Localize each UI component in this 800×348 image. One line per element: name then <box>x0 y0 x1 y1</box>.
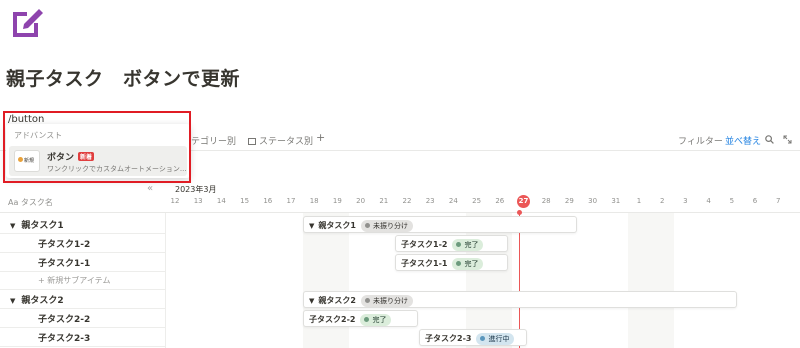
day-label: 28 <box>541 197 551 205</box>
day-label: 14 <box>216 197 226 205</box>
toggle-triangle-icon[interactable]: ▼ <box>309 297 314 305</box>
day-label: 23 <box>425 197 435 205</box>
day-label: 25 <box>472 197 482 205</box>
timeline-grid <box>166 213 800 348</box>
table-icon <box>248 138 256 145</box>
today-marker-dot <box>517 210 522 215</box>
list-item-parent[interactable]: ▼ 親タスク1 <box>10 218 64 231</box>
day-label: 20 <box>356 197 366 205</box>
status-badge: 完了 <box>360 314 392 326</box>
list-item-child[interactable]: 子タスク2-3 <box>38 331 90 344</box>
day-label: 3 <box>683 197 688 205</box>
timeline-bar[interactable]: 子タスク1-2 完了 <box>395 234 508 252</box>
edit-square-icon <box>13 9 43 37</box>
filter-button[interactable]: フィルター <box>678 134 723 147</box>
task-name-column-header: Aa タスク名 <box>8 198 53 207</box>
day-label: 21 <box>379 197 389 205</box>
month-label: 2023年3月 <box>175 185 217 194</box>
row-divider <box>0 270 166 272</box>
annotation-highlight-box <box>3 111 191 183</box>
sort-button[interactable]: 並べ替え <box>725 134 761 147</box>
status-badge: 未振り分け <box>360 220 413 232</box>
search-icon[interactable] <box>765 135 774 144</box>
day-scale: 12 13 14 15 16 17 18 19 20 21 22 23 24 25 26 28 29 30 31 1 2… <box>166 197 800 209</box>
day-label: 4 <box>706 197 711 205</box>
collapse-sidebar-button[interactable]: « <box>147 183 153 194</box>
row-divider <box>0 233 166 234</box>
day-label: 5 <box>729 197 735 205</box>
day-label: 1 <box>636 197 642 205</box>
timeline-bar[interactable]: ▼ 親タスク2 未振り分け <box>303 291 737 309</box>
today-day-badge: 27 <box>517 195 530 208</box>
day-label: 31 <box>611 197 621 205</box>
day-label: 18 <box>309 197 319 205</box>
day-label: 13 <box>193 197 203 205</box>
day-label: 29 <box>564 197 574 205</box>
tab-status[interactable]: ステータス別 <box>248 134 313 147</box>
day-label: 7 <box>775 197 781 205</box>
weekend-shade <box>628 213 674 348</box>
day-label: 24 <box>448 197 458 205</box>
day-label: 17 <box>286 197 296 205</box>
timeline-bar[interactable]: 子タスク1-1 完了 <box>395 253 508 271</box>
row-divider <box>0 289 166 291</box>
list-item-child[interactable]: 子タスク2-2 <box>38 312 90 325</box>
day-label: 30 <box>588 197 598 205</box>
add-view-button[interactable]: + <box>316 131 325 144</box>
day-label: 12 <box>170 197 180 205</box>
status-badge: 完了 <box>452 257 484 270</box>
row-divider <box>0 251 166 253</box>
weekend-shade <box>465 213 512 348</box>
today-line <box>519 213 520 348</box>
timeline-bar[interactable]: ▼ 親タスク1 未振り分け <box>303 216 577 233</box>
day-label: 2 <box>659 197 665 205</box>
page-title: 親子タスク ボタンで更新 <box>6 68 241 90</box>
status-badge: 未振り分け <box>360 295 413 308</box>
list-item-parent[interactable]: ▼ 親タスク2 <box>10 293 64 306</box>
toggle-triangle-icon[interactable]: ▼ <box>309 222 314 230</box>
day-label: 15 <box>240 197 250 205</box>
day-label: 19 <box>332 197 342 205</box>
status-badge: 進行中 <box>476 332 515 345</box>
row-divider <box>0 327 166 328</box>
status-badge: 完了 <box>452 238 484 251</box>
list-item-child[interactable]: 子タスク1-1 <box>38 256 90 269</box>
day-label: 6 <box>752 197 758 205</box>
day-label: 22 <box>402 197 412 205</box>
expand-icon[interactable] <box>783 135 792 144</box>
toggle-triangle-icon[interactable]: ▼ <box>10 222 15 230</box>
timeline-bar[interactable]: 子タスク2-3 進行中 <box>419 328 527 346</box>
row-divider <box>0 345 166 347</box>
row-divider <box>0 308 166 310</box>
day-label: 26 <box>495 197 505 205</box>
list-item-child[interactable]: 子タスク1-2 <box>38 237 90 250</box>
toggle-triangle-icon[interactable]: ▼ <box>10 297 15 305</box>
weekend-shade <box>303 213 350 348</box>
day-label: 16 <box>263 197 273 205</box>
new-subitem-button[interactable]: + 新規サブアイテム <box>38 275 110 286</box>
timeline-bar[interactable]: 子タスク2-2 完了 <box>303 310 418 327</box>
